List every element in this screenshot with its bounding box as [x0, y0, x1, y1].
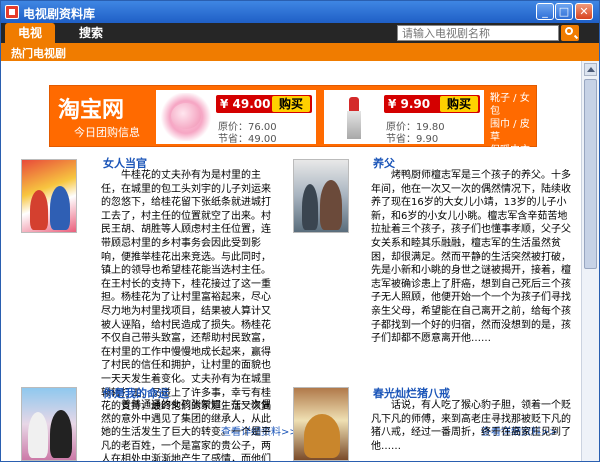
buy-button[interactable]: 购买 — [272, 96, 310, 112]
subnav-item-hot-dramas[interactable]: 热门电视剧 — [11, 45, 66, 61]
deal-savings: 节省：49.00 — [218, 134, 277, 145]
vertical-scrollbar[interactable] — [581, 61, 599, 461]
deal-product-image — [327, 93, 381, 141]
drama-synopsis: 话说，有人吃了猴心豹子胆，领着一个贬凡下凡的师傅，来到高老庄寻找那被贬下凡的猪八… — [371, 400, 571, 452]
tab-tv[interactable]: 电视 — [5, 23, 55, 43]
price-bar: ¥ 49.00 购买 — [216, 95, 312, 113]
minimize-button[interactable]: _ — [536, 3, 554, 20]
category-link[interactable]: 保暖内衣 — [490, 144, 536, 157]
deal-product-image — [159, 93, 213, 141]
top-nav: 电视 搜索 — [1, 23, 599, 43]
app-icon — [5, 5, 19, 19]
drama-synopsis: 牛桂花的丈夫孙有为是村里的主任，在城里的包工头刘宇的儿子刘运来的忽悠下，给桂花留… — [101, 170, 271, 413]
sub-nav: 热门电视剧 — [1, 43, 599, 61]
drama-poster[interactable] — [293, 387, 349, 461]
buy-button[interactable]: 购买 — [440, 96, 478, 112]
taobao-logo: 淘宝网 — [58, 97, 125, 123]
window-title: 电视剧资料库 — [23, 7, 96, 21]
drama-poster[interactable] — [21, 159, 77, 233]
deal-card[interactable]: ¥ 9.90 购买 原价：19.80 节省：9.90 — [324, 90, 484, 145]
deal-card[interactable]: ¥ 49.00 购买 原价：76.00 节省：49.00 — [156, 90, 316, 145]
scroll-thumb[interactable] — [584, 79, 597, 269]
category-link[interactable]: 靴子 / 女包 — [490, 92, 536, 118]
title-bar[interactable]: 电视剧资料库 _ □ ✕ — [1, 1, 599, 23]
drama-synopsis: 普普通通的女孩张新知，在一次偶然的意外中遇见了集团的继承人，从此她的生活发生了巨… — [101, 400, 271, 462]
deal-price: ¥ 49.00 — [220, 97, 271, 111]
banner-categories: 靴子 / 女包 围巾 / 皮草 保暖内衣 长款毛衣 — [490, 92, 536, 170]
price-bar: ¥ 9.90 购买 — [384, 95, 480, 113]
content-area: 淘宝网 今日团购信息 ¥ 49.00 购买 原价：76.00 节省：49.00 … — [1, 61, 581, 462]
banner-subtitle: 今日团购信息 — [74, 126, 140, 139]
tab-search[interactable]: 搜索 — [71, 23, 111, 43]
search-input[interactable] — [397, 25, 559, 41]
search-icon — [565, 27, 573, 35]
category-link[interactable]: 围巾 / 皮草 — [490, 118, 536, 144]
deal-price: ¥ 9.90 — [388, 97, 431, 111]
app-window: 电视剧资料库 _ □ ✕ 电视 搜索 热门电视剧 淘宝网 今日团购信息 ¥ 49… — [0, 0, 600, 462]
close-button[interactable]: ✕ — [575, 3, 593, 20]
drama-poster[interactable] — [293, 159, 349, 233]
search-button[interactable] — [561, 25, 579, 41]
drama-synopsis: 烤鸭厨师檀志军是三个孩子的养父。十多年间，他在一次又一次的偶然情况下，陆续收养了… — [371, 170, 571, 345]
scroll-up-arrow[interactable] — [584, 63, 597, 76]
maximize-button[interactable]: □ — [555, 3, 573, 20]
deal-savings: 节省：9.90 — [386, 134, 439, 145]
drama-poster[interactable] — [21, 387, 77, 461]
taobao-ad-banner[interactable]: 淘宝网 今日团购信息 ¥ 49.00 购买 原价：76.00 节省：49.00 … — [49, 85, 537, 169]
